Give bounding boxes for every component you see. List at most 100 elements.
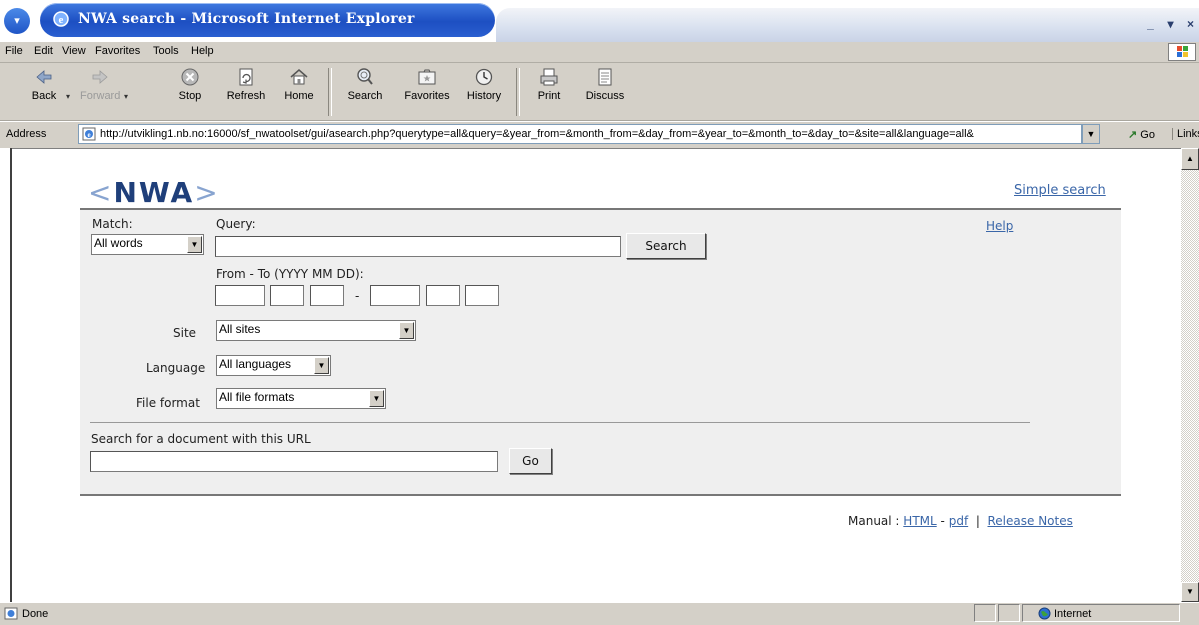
match-label: Match: <box>92 217 133 231</box>
chevron-down-icon: ▼ <box>369 390 384 407</box>
back-label: Back <box>31 90 57 102</box>
manual-label: Manual : <box>848 514 900 528</box>
manual-links: Manual : HTML - pdf | Release Notes <box>848 514 1073 528</box>
site-label: Site <box>173 326 197 340</box>
search-toolbar-label: Search <box>347 90 383 102</box>
scroll-up-button[interactable]: ▲ <box>1181 148 1199 170</box>
back-arrow-icon <box>36 70 52 84</box>
favorites-button[interactable]: Favorites <box>398 66 456 102</box>
year-from-input[interactable] <box>215 285 265 306</box>
menu-tools[interactable]: Tools <box>153 45 179 57</box>
logo-bracket-open: < <box>88 176 114 209</box>
search-button[interactable]: Search <box>626 233 706 259</box>
search-magnifier-icon <box>357 68 373 85</box>
stop-button[interactable]: Stop <box>172 66 208 102</box>
home-label: Home <box>284 90 314 102</box>
home-icon <box>290 69 308 85</box>
menu-file[interactable]: File <box>5 45 23 57</box>
site-select[interactable]: All sites ▼ <box>216 320 416 341</box>
day-from-input[interactable] <box>310 285 344 306</box>
back-dropdown-icon[interactable]: ▾ <box>66 92 70 101</box>
file-format-label: File format <box>136 396 200 410</box>
windows-flag-icon <box>1168 43 1196 61</box>
menu-view[interactable]: View <box>62 45 86 57</box>
address-url: http://utvikling1.nb.no:16000/sf_nwatool… <box>100 128 974 140</box>
close-button[interactable]: × <box>1182 16 1199 33</box>
forward-label: Forward <box>80 90 121 102</box>
home-button[interactable]: Home <box>282 66 316 102</box>
status-pane <box>974 604 996 622</box>
query-input[interactable] <box>215 236 621 257</box>
address-go-label: Go <box>1140 129 1155 141</box>
match-select-value: All words <box>94 236 143 250</box>
links-button[interactable]: Links <box>1172 128 1199 140</box>
print-label: Print <box>537 90 561 102</box>
page-icon: e <box>82 127 96 141</box>
file-format-select[interactable]: All file formats ▼ <box>216 388 386 409</box>
favorites-label: Favorites <box>404 90 450 102</box>
manual-pdf-link[interactable]: pdf <box>949 514 968 528</box>
title-bar-background <box>496 8 1199 42</box>
svg-text:e: e <box>59 14 64 26</box>
history-label: History <box>466 90 502 102</box>
chevron-down-icon: ▼ <box>314 357 329 374</box>
chevron-down-icon: ▼ <box>187 236 202 253</box>
day-to-input[interactable] <box>465 285 499 306</box>
globe-icon <box>1038 607 1051 620</box>
release-notes-link[interactable]: Release Notes <box>988 514 1073 528</box>
url-input[interactable] <box>90 451 498 472</box>
match-select[interactable]: All words ▼ <box>91 234 204 255</box>
svg-text:e: e <box>87 131 90 139</box>
toolbar-separator <box>516 68 520 116</box>
discuss-icon <box>598 68 612 86</box>
date-separator: - <box>355 289 360 303</box>
status-pane <box>998 604 1020 622</box>
scroll-down-button[interactable]: ▼ <box>1181 582 1199 602</box>
date-range-label: From - To (YYYY MM DD): <box>216 267 364 281</box>
toolbar-separator <box>328 68 332 116</box>
frame-left-border <box>0 148 12 602</box>
language-select-value: All languages <box>219 357 292 371</box>
language-select[interactable]: All languages ▼ <box>216 355 331 376</box>
print-button[interactable]: Print <box>532 66 566 102</box>
help-link[interactable]: Help <box>986 219 1013 233</box>
stop-icon <box>181 68 199 86</box>
vertical-scrollbar[interactable] <box>1181 148 1199 602</box>
discuss-button[interactable]: Discuss <box>582 66 628 102</box>
history-button[interactable]: History <box>462 66 506 102</box>
menu-edit[interactable]: Edit <box>34 45 53 57</box>
menu-bar <box>0 42 1199 63</box>
restore-button[interactable]: ▾ <box>1162 16 1179 33</box>
menu-favorites[interactable]: Favorites <box>95 45 140 57</box>
logo-text: NWA <box>113 176 195 209</box>
address-dropdown-button[interactable]: ▼ <box>1082 124 1100 144</box>
address-go-button[interactable]: ↗ Go <box>1128 128 1155 141</box>
month-to-input[interactable] <box>426 285 460 306</box>
forward-dropdown-icon[interactable]: ▾ <box>124 92 128 101</box>
system-menu-button[interactable]: ▾ <box>4 8 30 34</box>
url-go-button[interactable]: Go <box>509 448 552 474</box>
month-from-input[interactable] <box>270 285 304 306</box>
address-label: Address <box>6 128 47 140</box>
search-toolbar-button[interactable]: Search <box>344 66 386 102</box>
manual-dash: - <box>940 514 945 528</box>
back-button[interactable]: Back <box>27 66 61 102</box>
page-done-icon <box>4 607 18 620</box>
minimize-button[interactable]: _ <box>1142 16 1159 33</box>
forward-button[interactable]: Forward <box>80 66 120 102</box>
refresh-icon <box>239 68 253 86</box>
simple-search-link[interactable]: Simple search <box>1014 183 1106 198</box>
stop-label: Stop <box>178 90 202 102</box>
nwa-logo: <NWA> <box>88 176 220 209</box>
printer-icon <box>540 68 558 86</box>
menu-help[interactable]: Help <box>191 45 214 57</box>
refresh-label: Refresh <box>226 90 266 102</box>
go-arrow-icon: ↗ <box>1128 129 1138 141</box>
language-label: Language <box>146 361 206 375</box>
manual-html-link[interactable]: HTML <box>903 514 936 528</box>
year-to-input[interactable] <box>370 285 420 306</box>
history-icon <box>475 68 493 86</box>
discuss-label: Discuss <box>585 90 625 102</box>
refresh-button[interactable]: Refresh <box>222 66 270 102</box>
url-search-label: Search for a document with this URL <box>91 432 311 446</box>
